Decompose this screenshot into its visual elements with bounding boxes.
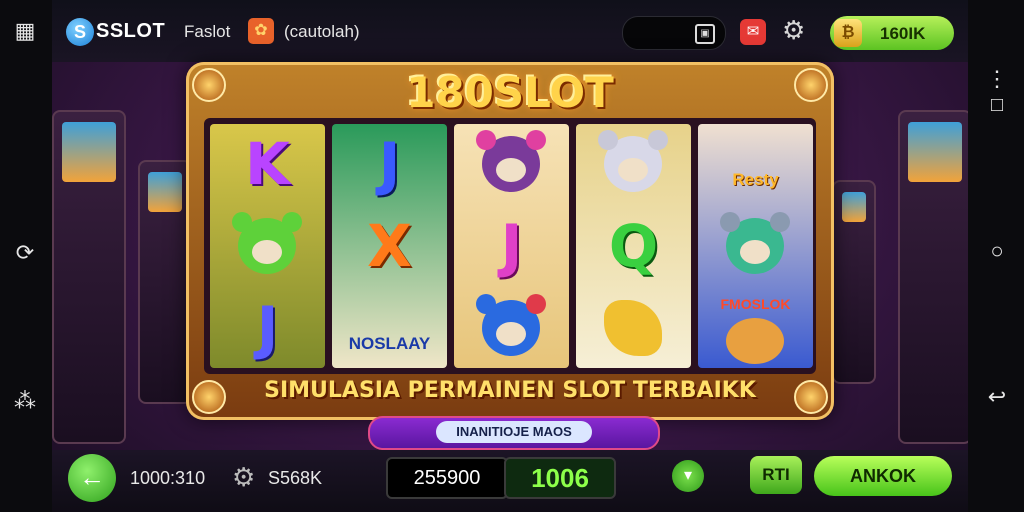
back-button[interactable]: ←	[68, 454, 116, 502]
back-arrow-icon[interactable]: ↩	[982, 384, 1012, 410]
reel-symbol: X	[367, 212, 412, 280]
reel-symbol: K	[245, 130, 290, 198]
left-system-rail: ▦ ⟳ ⁂	[0, 0, 52, 512]
sub-banner-text: INANITIOJE MAOS	[436, 421, 592, 443]
spin-button[interactable]: ANKOK	[814, 456, 952, 496]
settings-gear-icon[interactable]: ⚙	[782, 15, 805, 46]
reel-2: J X NOSLAAY	[332, 124, 447, 368]
reel-symbol: Q	[608, 212, 659, 280]
arcade-cabinet-right-2	[832, 180, 876, 384]
promo-banner: SIMULASIA PERMAINEN SLOT TERBAIKK	[264, 378, 756, 403]
app-stack-icon[interactable]: ▦	[10, 18, 40, 44]
window-icon[interactable]: ▣	[695, 24, 715, 44]
reel-symbol: J	[500, 212, 523, 280]
reel-1: K J	[210, 124, 325, 368]
reel-symbol-mouse	[210, 206, 325, 286]
top-bar: S SSLOT Faslot ✿ (cautolah) ▣ ✉ ⚙ ₿ 160I…	[52, 0, 968, 62]
logo-text: SSLOT	[96, 20, 166, 42]
nav-label-faslot[interactable]: Faslot	[184, 22, 230, 42]
time-readout: 1000:310	[130, 468, 206, 488]
bet-value: S568K	[268, 468, 323, 488]
reel-symbol-mouse	[698, 206, 813, 286]
recents-square-icon[interactable]: □	[982, 94, 1012, 117]
chevron-down-icon[interactable]: ▾	[672, 460, 704, 492]
nav-label-cautolah[interactable]: (cautolah)	[284, 22, 360, 42]
balance-display: 255900	[386, 457, 508, 499]
reel-symbol-mouse	[454, 288, 569, 368]
arcade-cabinet-right	[898, 110, 968, 444]
win-display: 1006	[504, 457, 616, 499]
reel-4: Q	[576, 124, 691, 368]
reel-symbol-mouse	[576, 124, 691, 204]
reel-symbol: J	[256, 294, 279, 362]
reel-symbol-resty: Resty	[732, 170, 779, 189]
sub-banner-pill[interactable]: INANITIOJE MAOS	[368, 416, 660, 450]
coin-balance-pill[interactable]: ₿ 160IK	[830, 16, 954, 50]
reel-symbol-fmoslok: FMOSLOK	[698, 288, 813, 368]
gift-icon[interactable]: ✉	[740, 19, 766, 45]
coin-icon: ₿	[834, 19, 862, 47]
more-icon[interactable]: ⋮	[982, 66, 1012, 92]
apps-grid-icon[interactable]: ⁂	[10, 388, 40, 414]
reel-symbol: J	[378, 130, 401, 198]
home-circle-icon[interactable]: ○	[982, 238, 1012, 264]
reel-symbol-banana	[576, 288, 691, 368]
rti-button[interactable]: RTI	[750, 456, 802, 494]
search-pill[interactable]: ▣	[622, 16, 726, 50]
game-stage: S SSLOT Faslot ✿ (cautolah) ▣ ✉ ⚙ ₿ 160I…	[52, 0, 968, 512]
arcade-cabinet-left-2	[138, 160, 192, 404]
arcade-cabinet-left	[52, 110, 126, 444]
flower-icon[interactable]: ✿	[248, 18, 274, 44]
coin-balance-value: 160IK	[880, 24, 926, 43]
bet-gear-icon[interactable]: ⚙	[232, 462, 255, 493]
reel-symbol-noslaay: NOSLAAY	[348, 334, 431, 353]
rotate-icon[interactable]: ⟳	[10, 240, 40, 266]
reel-symbol-mouse	[454, 124, 569, 204]
slot-machine-frame: 180SLOT K J J X NOSLAAY J Q Resty FMOSLO…	[186, 62, 834, 420]
reel-3: J	[454, 124, 569, 368]
reel-5: Resty FMOSLOK	[698, 124, 813, 368]
game-title: 180SLOT	[406, 68, 614, 117]
right-system-rail: ⋮ □ ○ ↩	[968, 0, 1024, 512]
reels-area: K J J X NOSLAAY J Q Resty FMOSLOK	[204, 118, 816, 374]
logo-badge-icon: S	[66, 18, 94, 46]
